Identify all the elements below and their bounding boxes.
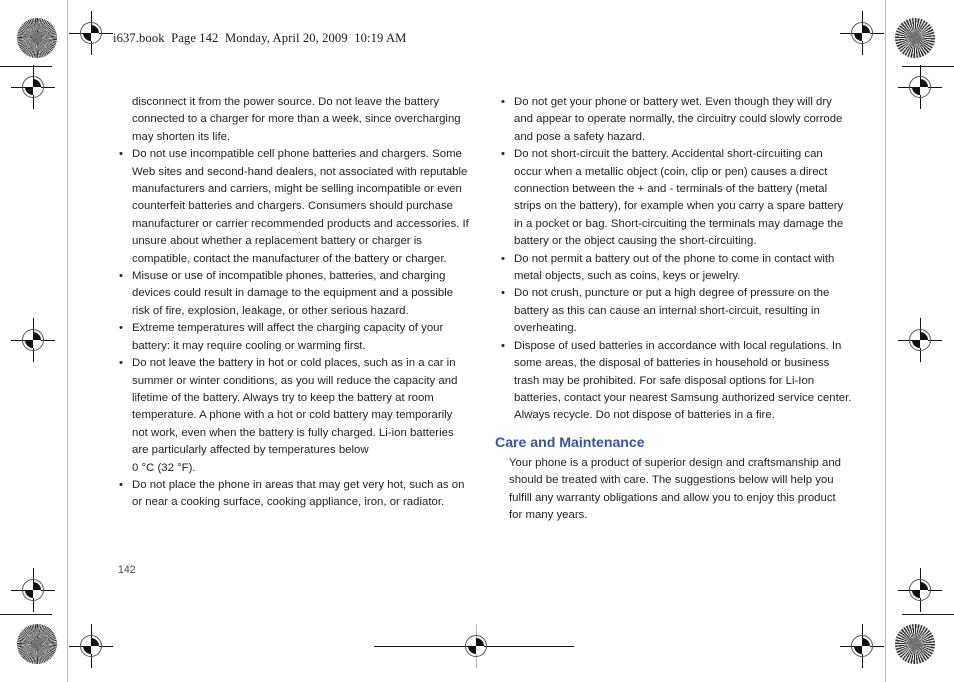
list-item-text: Misuse or use of incompatible phones, ba… — [132, 270, 454, 317]
bullet-glyph-icon: • — [501, 287, 505, 300]
list-item-text: Extreme temperatures will affect the cha… — [132, 322, 444, 352]
list-item-text: Do not short-circuit the battery. Accide… — [514, 148, 844, 248]
running-head: i637.book Page 142 Monday, April 20, 200… — [113, 31, 407, 45]
list-item: • Do not permit a battery out of the pho… — [500, 251, 852, 286]
page-content: i637.book Page 142 Monday, April 20, 200… — [0, 0, 954, 682]
list-item: • Do not place the phone in areas that m… — [118, 477, 470, 512]
left-column: disconnect it from the power source. Do … — [118, 94, 470, 512]
section-body-paragraph: Your phone is a product of superior desi… — [509, 456, 842, 521]
bullet-glyph-icon: • — [119, 478, 123, 491]
list-item: • Dispose of used batteries in accordanc… — [500, 338, 852, 425]
section-heading: Care and Maintenance — [495, 434, 645, 451]
bullet-glyph-icon: • — [119, 357, 123, 370]
list-item: • Misuse or use of incompatible phones, … — [118, 268, 470, 320]
list-item-text: Dispose of used batteries in accordance … — [514, 339, 852, 422]
bullet-glyph-icon: • — [501, 252, 505, 265]
list-item-text: Do not leave the battery in hot or cold … — [132, 357, 458, 474]
list-item-text: Do not use incompatible cell phone batte… — [132, 148, 469, 265]
list-item-text: Do not place the phone in areas that may… — [132, 478, 465, 509]
list-item-text: Do not crush, puncture or put a high deg… — [514, 287, 830, 335]
bullet-glyph-icon: • — [119, 148, 123, 161]
bullet-glyph-icon: • — [501, 148, 505, 161]
page-number: 142 — [118, 564, 136, 576]
bullet-glyph-icon: • — [119, 322, 123, 335]
right-column: • Do not get your phone or battery wet. … — [495, 94, 852, 524]
list-item: • Extreme temperatures will affect the c… — [118, 320, 470, 355]
list-item: • Do not use incompatible cell phone bat… — [118, 146, 470, 268]
bullet-glyph-icon: • — [501, 96, 505, 108]
list-item: • Do not short-circuit the battery. Acci… — [500, 146, 852, 250]
bullet-glyph-icon: • — [501, 339, 505, 352]
continued-paragraph: disconnect it from the power source. Do … — [132, 96, 461, 143]
bullet-glyph-icon: • — [119, 270, 123, 283]
list-item-text: Do not get your phone or battery wet. Ev… — [514, 96, 843, 143]
list-item: • Do not get your phone or battery wet. … — [500, 94, 852, 146]
list-item: • Do not crush, puncture or put a high d… — [500, 285, 852, 337]
list-item-text: Do not permit a battery out of the phone… — [514, 252, 835, 283]
list-item: • Do not leave the battery in hot or col… — [118, 355, 470, 477]
